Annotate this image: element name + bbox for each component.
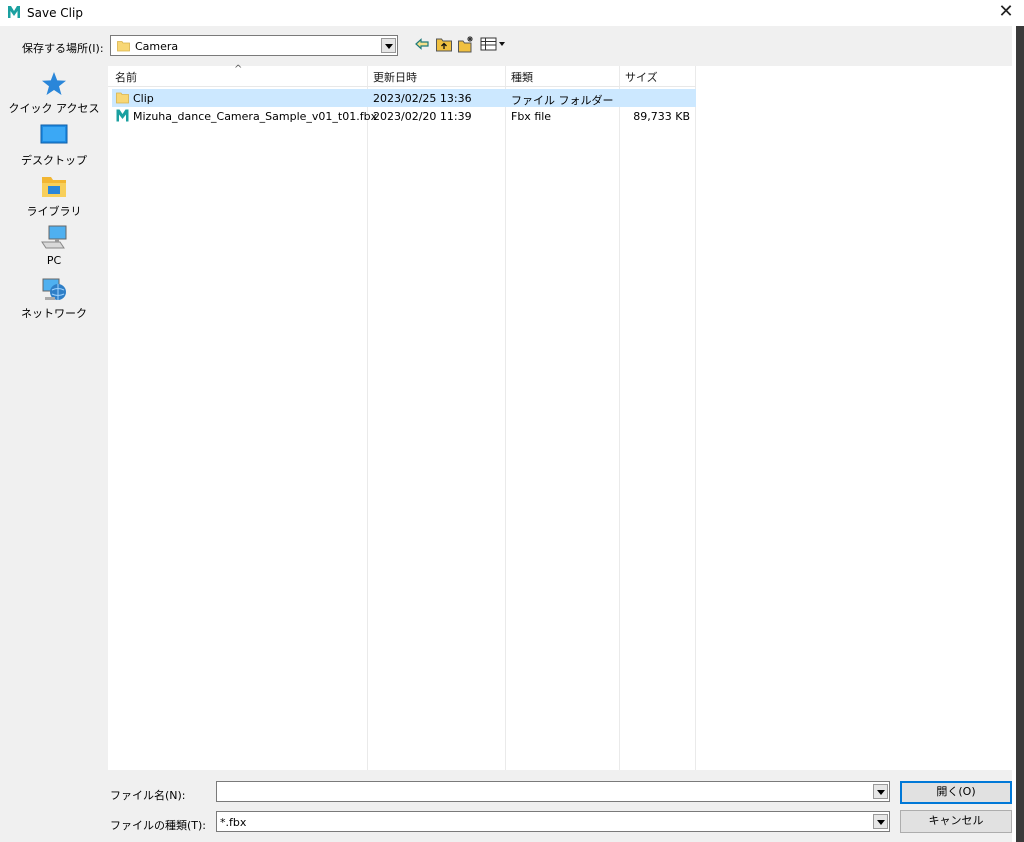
library-icon (42, 177, 66, 197)
chevron-down-icon[interactable] (873, 814, 888, 829)
up-folder-icon[interactable] (435, 35, 453, 53)
file-date: 2023/02/20 11:39 (373, 110, 472, 123)
filename-input[interactable] (216, 781, 890, 802)
save-location-label: 保存する場所(I): (22, 42, 104, 55)
place-label: ライブラリ (26, 205, 82, 218)
open-button[interactable]: 開く(O) (900, 781, 1012, 804)
file-type: ファイル フォルダー (511, 94, 614, 107)
filetype-dropdown[interactable]: *.fbx (216, 811, 890, 832)
place-quick-access[interactable]: クイック アクセス (0, 70, 108, 116)
column-header-size[interactable]: サイズ (625, 69, 658, 85)
file-size: 89,733 KB (633, 110, 690, 123)
maya-app-icon (8, 6, 20, 18)
background-edge (1016, 26, 1024, 842)
place-desktop[interactable]: デスクトップ (0, 122, 108, 168)
place-library[interactable]: ライブラリ (0, 173, 108, 219)
place-pc[interactable]: PC (0, 224, 108, 267)
filetype-label: ファイルの種類(T): (110, 819, 207, 832)
chevron-down-icon[interactable] (873, 784, 888, 799)
column-divider (505, 66, 506, 770)
new-folder-icon[interactable] (457, 35, 475, 53)
file-list[interactable]: ^ 名前 更新日時 種類 サイズ Clip 2023/02/25 13:36 フ… (108, 64, 1012, 770)
file-row-fbx[interactable]: Mizuha_dance_Camera_Sample_v01_t01.fbx 2… (112, 107, 696, 125)
close-icon[interactable]: ✕ (996, 2, 1016, 22)
column-header-type[interactable]: 種類 (511, 69, 533, 85)
place-network[interactable]: ネットワーク (0, 275, 108, 321)
star-icon (42, 72, 66, 95)
file-date: 2023/02/25 13:36 (373, 92, 472, 105)
desktop-icon (40, 124, 68, 144)
column-header-name[interactable]: 名前 (115, 69, 137, 85)
places-bar: クイック アクセス デスクトップ ライブラリ PC ネットワーク (0, 62, 108, 770)
column-header-date[interactable]: 更新日時 (373, 69, 417, 85)
chevron-down-icon[interactable] (381, 38, 396, 53)
column-divider (695, 66, 696, 770)
filetype-value: *.fbx (220, 816, 247, 829)
file-name: Clip (133, 92, 154, 105)
folder-icon (116, 92, 129, 104)
place-label: PC (46, 254, 62, 267)
column-divider (367, 66, 368, 770)
place-label: デスクトップ (21, 154, 87, 167)
computer-icon (41, 225, 67, 249)
file-type: Fbx file (511, 110, 552, 123)
place-label: クイック アクセス (8, 102, 100, 115)
place-label: ネットワーク (21, 307, 87, 320)
filename-label: ファイル名(N): (110, 789, 186, 802)
column-divider (619, 66, 620, 770)
header-divider (108, 86, 696, 87)
network-icon (42, 278, 66, 300)
folder-icon (117, 41, 130, 52)
save-location-dropdown[interactable]: Camera (110, 35, 398, 56)
window-title: Save Clip (27, 6, 83, 20)
save-location-value: Camera (135, 40, 179, 53)
view-menu-icon[interactable] (480, 36, 506, 52)
file-row-clip[interactable]: Clip 2023/02/25 13:36 ファイル フォルダー (112, 89, 696, 107)
title-bar (0, 0, 1024, 26)
back-arrow-icon[interactable] (414, 36, 430, 52)
file-name: Mizuha_dance_Camera_Sample_v01_t01.fbx (133, 110, 378, 123)
sort-ascending-icon: ^ (234, 64, 243, 75)
cancel-button[interactable]: キャンセル (900, 810, 1012, 833)
maya-file-icon (116, 109, 129, 122)
